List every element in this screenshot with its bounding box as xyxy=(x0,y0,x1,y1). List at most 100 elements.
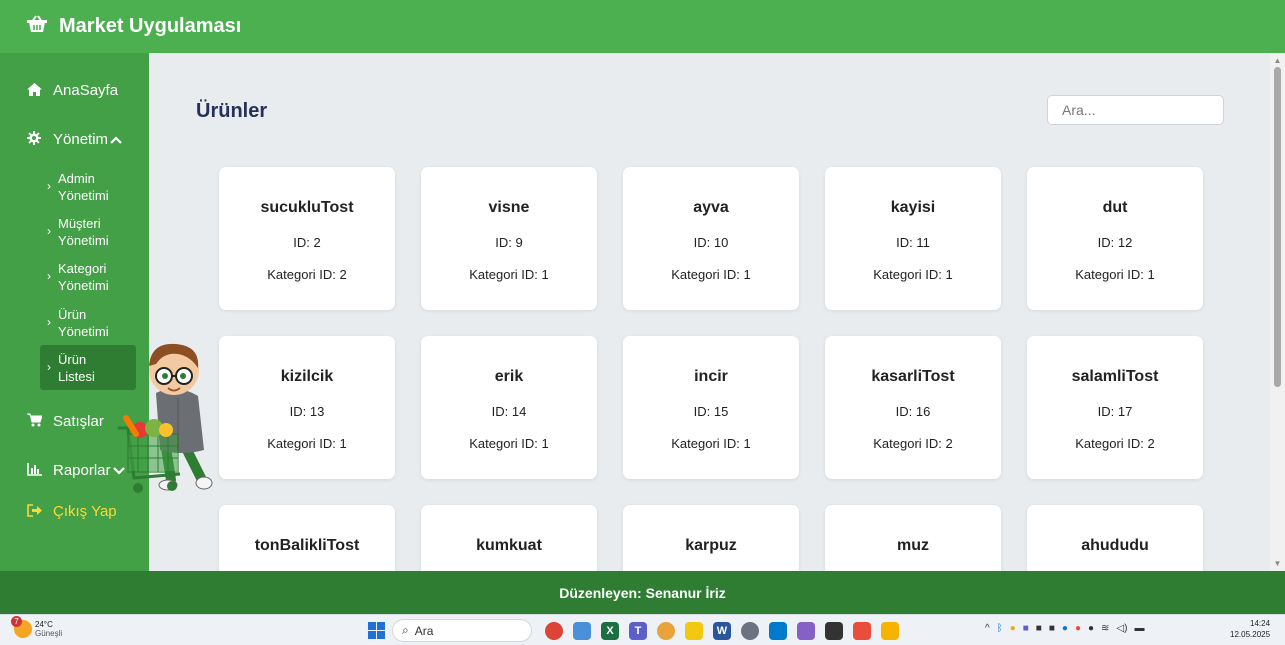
product-name: kasarliTost xyxy=(871,368,955,385)
main-content: Ürünler sucukluTost ID: 2 Kategori ID: 2… xyxy=(149,53,1270,571)
product-card[interactable]: kayisi ID: 11 Kategori ID: 1 xyxy=(825,167,1001,310)
tray-app-icon[interactable]: ● xyxy=(1088,623,1094,634)
product-name: tonBalikliTost xyxy=(254,537,360,554)
snipping-tool-icon[interactable] xyxy=(853,621,871,640)
product-name: visne xyxy=(488,199,530,216)
weather-desc: Güneşli xyxy=(35,629,63,638)
sidebar-item-sales[interactable]: Satışlar xyxy=(26,413,104,430)
sub-item-label-line2: Yönetimi xyxy=(58,232,109,248)
product-card[interactable]: salamliTost ID: 17 Kategori ID: 2 xyxy=(1027,336,1203,479)
tray-app-icon[interactable]: ● xyxy=(1062,623,1068,634)
sub-item-text: Kategori Yönetimi xyxy=(58,260,109,294)
battery-icon[interactable]: ▬ xyxy=(1134,623,1144,634)
sub-item-text: Ürün Yönetimi xyxy=(58,306,109,340)
product-card[interactable]: dut ID: 12 Kategori ID: 1 xyxy=(1027,167,1203,310)
product-card[interactable]: ahududu xyxy=(1027,505,1203,571)
product-category: Kategori ID: 2 xyxy=(267,267,347,282)
product-category: Kategori ID: 1 xyxy=(267,436,347,451)
search-input[interactable] xyxy=(1047,95,1224,125)
product-card[interactable]: visne ID: 9 Kategori ID: 1 xyxy=(421,167,597,310)
excel-icon[interactable]: X xyxy=(601,621,619,640)
vscode-icon[interactable] xyxy=(769,621,787,640)
taskbar-clock[interactable]: 14:24 12.05.2025 xyxy=(1230,618,1270,640)
visual-studio-icon[interactable] xyxy=(797,621,815,640)
tray-app-icon[interactable]: ● xyxy=(1010,623,1016,634)
weather-widget[interactable]: 7 24°C Güneşli xyxy=(11,616,63,638)
chevron-right-icon: › xyxy=(47,179,51,193)
photos-icon[interactable] xyxy=(573,621,591,640)
product-card[interactable]: erik ID: 14 Kategori ID: 1 xyxy=(421,336,597,479)
windows-start-icon[interactable] xyxy=(368,622,385,639)
product-card[interactable]: sucukluTost ID: 2 Kategori ID: 2 xyxy=(219,167,395,310)
product-name: sucukluTost xyxy=(260,199,354,216)
sidebar-sub-customer[interactable]: › Müşteri Yönetimi xyxy=(40,209,136,254)
word-icon[interactable]: W xyxy=(713,621,731,640)
tray-app-icon[interactable]: ■ xyxy=(1049,623,1055,634)
product-card[interactable]: kasarliTost ID: 16 Kategori ID: 2 xyxy=(825,336,1001,479)
chevron-up-icon[interactable]: ^ xyxy=(985,623,990,634)
sub-item-text: Admin Yönetimi xyxy=(58,170,109,204)
sidebar-item-management[interactable]: Yönetim xyxy=(26,131,122,148)
volume-icon[interactable]: ◁) xyxy=(1116,623,1127,634)
sub-item-label-line1: Admin xyxy=(58,170,95,186)
product-category: Kategori ID: 1 xyxy=(1075,267,1155,282)
file-explorer-icon[interactable] xyxy=(881,621,899,640)
teams-icon[interactable]: T xyxy=(629,621,647,640)
product-card[interactable]: muz xyxy=(825,505,1001,571)
product-id: ID: 14 xyxy=(491,404,527,419)
notification-badge: 7 xyxy=(11,616,22,627)
sidebar-item-label: Çıkış Yap xyxy=(53,503,117,520)
wifi-icon[interactable]: ≋ xyxy=(1101,623,1109,634)
sub-item-text: Ürün Listesi xyxy=(58,351,95,385)
product-name: incir xyxy=(694,368,728,385)
sidebar-item-home[interactable]: AnaSayfa xyxy=(26,82,118,99)
terminal-icon[interactable] xyxy=(825,621,843,640)
product-name: muz xyxy=(897,537,929,554)
sidebar-item-logout[interactable]: Çıkış Yap xyxy=(26,503,117,520)
product-category: Kategori ID: 1 xyxy=(671,267,751,282)
tray-app-icon[interactable]: ● xyxy=(1075,623,1081,634)
taskbar-center: ⌕ Ara X T W xyxy=(368,619,904,642)
product-id: ID: 11 xyxy=(896,235,930,250)
tray-app-icon[interactable]: ■ xyxy=(1023,623,1029,634)
product-category: Kategori ID: 1 xyxy=(469,267,549,282)
sidebar-sub-admin[interactable]: › Admin Yönetimi xyxy=(40,164,136,209)
product-card[interactable]: tonBalikliTost xyxy=(219,505,395,571)
chrome-icon[interactable] xyxy=(545,621,563,640)
os-taskbar: 7 24°C Güneşli ⌕ Ara X T W ^ ᛒ ● ■ ■ ■ ● xyxy=(0,614,1285,645)
chrome-profile-icon[interactable] xyxy=(657,621,675,640)
product-category: Kategori ID: 2 xyxy=(873,436,953,451)
product-id: ID: 10 xyxy=(693,235,729,250)
product-name: salamliTost xyxy=(1071,368,1159,385)
sub-item-label-line2: Yönetimi xyxy=(58,187,109,203)
product-card[interactable]: incir ID: 15 Kategori ID: 1 xyxy=(623,336,799,479)
basket-icon xyxy=(27,14,47,39)
app-footer: Düzenleyen: Senanur İriz xyxy=(0,571,1285,614)
sidebar-item-reports[interactable]: Raporlar xyxy=(26,462,125,479)
product-card[interactable]: ayva ID: 10 Kategori ID: 1 xyxy=(623,167,799,310)
scroll-up-arrow-icon[interactable]: ▲ xyxy=(1270,56,1285,65)
scrollbar-thumb[interactable] xyxy=(1274,67,1281,387)
clock-date: 12.05.2025 xyxy=(1230,630,1271,639)
sidebar-sub-category[interactable]: › Kategori Yönetimi xyxy=(40,254,136,299)
product-card[interactable]: kumkuat xyxy=(421,505,597,571)
product-name: dut xyxy=(1102,199,1128,216)
page-title: Ürünler xyxy=(196,100,268,122)
taskbar-search[interactable]: ⌕ Ara xyxy=(392,619,532,642)
chevron-right-icon: › xyxy=(47,315,51,329)
search-icon: ⌕ xyxy=(402,623,409,637)
product-id: ID: 15 xyxy=(693,404,729,419)
sub-item-label-line1: Ürün xyxy=(58,306,87,322)
product-card[interactable]: karpuz xyxy=(623,505,799,571)
tray-app-icon[interactable]: ■ xyxy=(1036,623,1042,634)
chart-icon xyxy=(26,462,42,479)
scroll-down-arrow-icon[interactable]: ▼ xyxy=(1270,559,1285,568)
paint-icon[interactable] xyxy=(685,621,703,640)
bluetooth-icon[interactable]: ᛒ xyxy=(997,623,1003,634)
taskbar-search-label: Ara xyxy=(414,623,434,638)
vertical-scrollbar[interactable]: ▲ ▼ xyxy=(1270,53,1285,571)
product-card[interactable]: kizilcik ID: 13 Kategori ID: 1 xyxy=(219,336,395,479)
product-name: karpuz xyxy=(685,537,737,554)
settings-icon[interactable] xyxy=(741,621,759,640)
weather-temp: 24°C xyxy=(35,620,53,629)
